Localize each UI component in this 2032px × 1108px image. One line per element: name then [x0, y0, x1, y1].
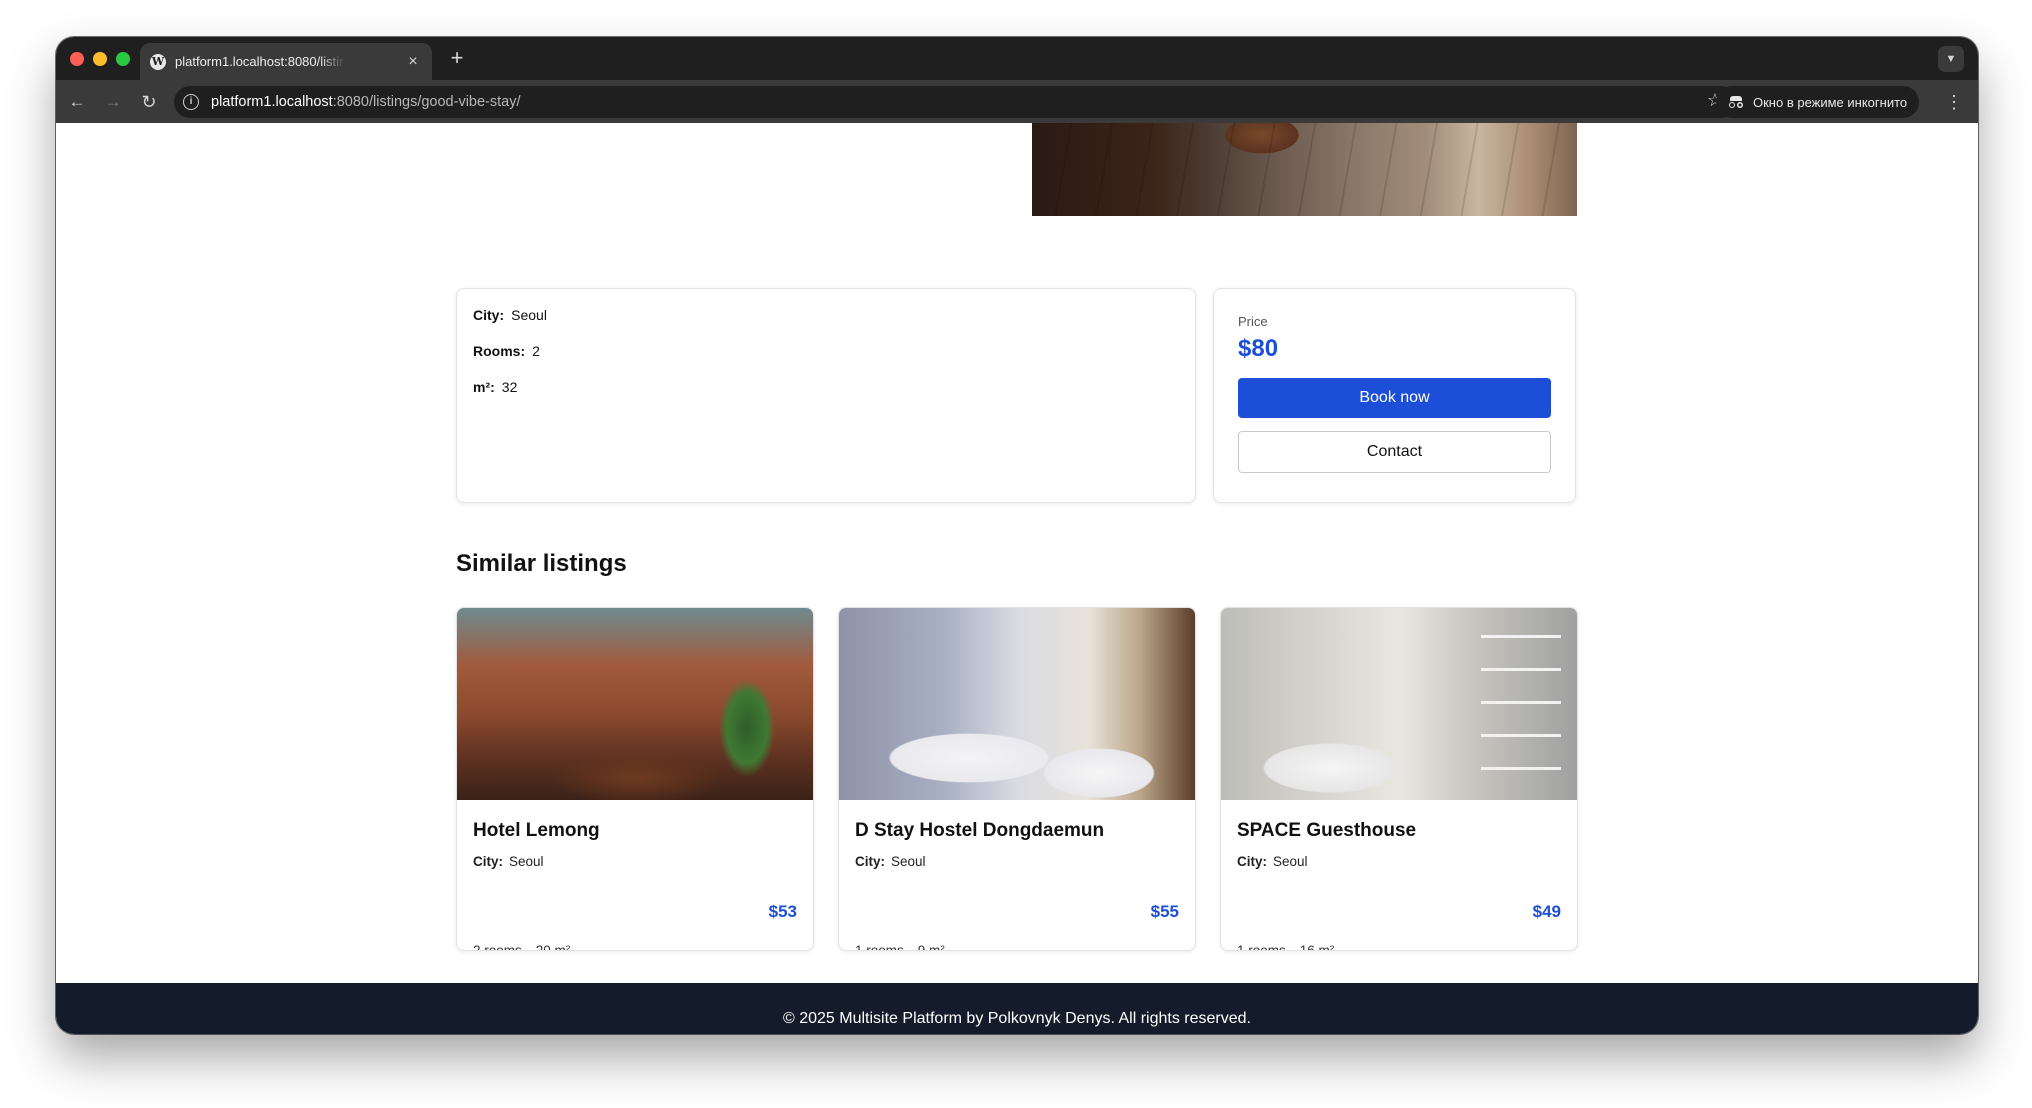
listing-price: $49: [1532, 902, 1561, 921]
tab-title: platform1.localhost:8080/listings/good-v…: [175, 54, 345, 69]
new-tab-button[interactable]: +: [444, 45, 470, 71]
back-arrow-icon[interactable]: ←: [64, 89, 90, 115]
detail-rooms: Rooms: 2: [473, 343, 540, 359]
close-window-button[interactable]: [70, 52, 84, 66]
site-footer: © 2025 Multisite Platform by Polkovnyk D…: [56, 983, 1978, 1034]
similar-listings-heading: Similar listings: [456, 550, 627, 577]
listing-name[interactable]: D Stay Hostel Dongdaemun: [855, 820, 1179, 842]
listing-name[interactable]: SPACE Guesthouse: [1237, 820, 1561, 842]
close-tab-icon[interactable]: ×: [404, 53, 422, 71]
listing-main-photo: [1032, 123, 1577, 216]
url-text[interactable]: platform1.localhost:8080/listings/good-v…: [211, 94, 521, 110]
listing-city: City: Seoul: [855, 854, 926, 869]
minimize-window-button[interactable]: [93, 52, 107, 66]
book-now-button[interactable]: Book now: [1238, 378, 1551, 418]
listing-meta: 1 rooms 16 m²: [1237, 943, 1335, 951]
listing-details-card: City: Seoul Rooms: 2 m²: 32: [456, 288, 1196, 503]
maximize-window-button[interactable]: [116, 52, 130, 66]
address-bar[interactable]: i platform1.localhost:8080/listings/good…: [174, 86, 1737, 118]
forward-arrow-icon[interactable]: →: [100, 89, 126, 115]
site-info-icon[interactable]: i: [183, 94, 199, 110]
reload-icon[interactable]: ↻: [136, 89, 162, 115]
listing-price: $55: [1150, 902, 1179, 921]
footer-copyright: © 2025 Multisite Platform by Polkovnyk D…: [783, 1010, 1251, 1027]
contact-button[interactable]: Contact: [1238, 431, 1551, 473]
similar-listing-card[interactable]: SPACE Guesthouse City: Seoul $49 1 rooms 1…: [1220, 607, 1578, 951]
listing-meta: 2 rooms 20 m²: [473, 943, 571, 951]
similar-listing-card[interactable]: Hotel Lemong City: Seoul $53 2 rooms 20 m²: [456, 607, 814, 951]
similar-listing-card[interactable]: D Stay Hostel Dongdaemun City: Seoul $55 …: [838, 607, 1196, 951]
tab-search-chevron-icon[interactable]: ▼: [1938, 46, 1964, 72]
tab-active[interactable]: W platform1.localhost:8080/listings/good…: [140, 43, 432, 80]
listing-city: City: Seoul: [473, 854, 544, 869]
detail-city: City: Seoul: [473, 307, 547, 323]
listing-name[interactable]: Hotel Lemong: [473, 820, 797, 842]
incognito-icon: [1728, 96, 1744, 108]
listing-photo[interactable]: [839, 608, 1195, 800]
price-label: Price: [1238, 314, 1268, 329]
listing-meta: 1 rooms 9 m²: [855, 943, 945, 951]
browser-window: W platform1.localhost:8080/listings/good…: [56, 37, 1978, 1034]
listing-city: City: Seoul: [1237, 854, 1308, 869]
browser-toolbar: ← → ↻ i platform1.localhost:8080/listing…: [56, 80, 1978, 123]
tab-bar: W platform1.localhost:8080/listings/good…: [56, 37, 1978, 80]
listing-photo[interactable]: [457, 608, 813, 800]
incognito-label: Окно в режиме инкогнито: [1753, 94, 1908, 110]
listing-price: $53: [768, 902, 797, 921]
browser-menu-icon[interactable]: ⋮: [1944, 89, 1964, 115]
page-viewport: City: Seoul Rooms: 2 m²: 32 Price $80 Book …: [56, 123, 1978, 1034]
listing-photo[interactable]: [1221, 608, 1577, 800]
wordpress-icon: W: [150, 53, 166, 70]
price-card: Price $80 Book now Contact: [1213, 288, 1576, 503]
detail-area: m²: 32: [473, 379, 518, 395]
incognito-indicator[interactable]: Окно в режиме инкогнито: [1716, 86, 1920, 118]
price-value: $80: [1238, 335, 1279, 362]
